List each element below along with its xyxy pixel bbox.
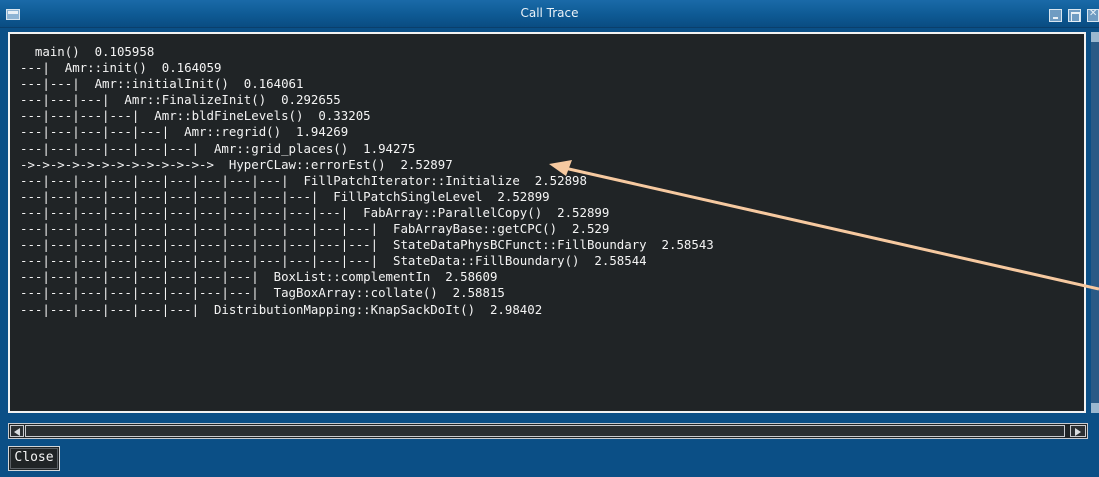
trace-line: ---|---|---|---|---|---|---|---|---| Fil… (20, 172, 587, 188)
title-bar[interactable]: Call Trace (0, 0, 1099, 28)
horizontal-scrollbar[interactable] (8, 423, 1088, 439)
close-icon[interactable] (1087, 8, 1099, 22)
trace-line: ---|---|---| Amr::FinalizeInit() 0.29265… (20, 92, 341, 108)
trace-line: ---|---|---|---|---|---|---|---| TagBoxA… (20, 285, 505, 301)
trace-line: ---|---|---|---| Amr::bldFineLevels() 0.… (20, 108, 371, 124)
trace-line: ---|---|---|---|---|---|---|---|---|---|… (20, 204, 610, 220)
vertical-scrollbar[interactable] (1091, 32, 1099, 413)
scroll-down-arrow-icon[interactable] (1091, 403, 1099, 413)
trace-line: ---|---|---|---|---|---|---|---|---|---|… (20, 237, 714, 253)
scroll-up-arrow-icon[interactable] (1091, 32, 1099, 42)
trace-line: ---| Amr::init() 0.164059 (20, 60, 222, 76)
scroll-left-arrow-icon[interactable] (10, 425, 24, 437)
button-bar: Close (0, 441, 1099, 477)
trace-line: ---|---|---|---|---| Amr::regrid() 1.942… (20, 124, 349, 140)
call-trace-window: Call Trace main() 0.105958---| Amr::init… (0, 0, 1099, 477)
trace-line: ---|---| Amr::initialInit() 0.164061 (20, 76, 304, 92)
maximize-icon[interactable] (1068, 9, 1081, 22)
trace-line: ->->->->->->->->->->->->-> HyperCLaw::er… (20, 156, 453, 172)
trace-line: ---|---|---|---|---|---|---|---|---|---|… (20, 188, 550, 204)
trace-line: ---|---|---|---|---|---|---|---|---|---|… (20, 221, 610, 237)
trace-line: ---|---|---|---|---|---|---|---| BoxList… (20, 269, 498, 285)
trace-text-panel[interactable]: main() 0.105958 ---| Amr::init() 0.164059… (8, 32, 1086, 413)
scroll-right-arrow-icon[interactable] (1070, 425, 1086, 437)
trace-text-area[interactable]: main() 0.105958 ---| Amr::init() 0.164059… (20, 44, 1080, 407)
trace-line: ---|---|---|---|---|---| Amr::grid_place… (20, 140, 416, 156)
window-title: Call Trace (520, 6, 579, 20)
close-button[interactable]: Close (8, 446, 60, 471)
horizontal-scroll-thumb[interactable] (25, 425, 1065, 437)
trace-line: ---|---|---|---|---|---|---|---|---|---|… (20, 253, 647, 269)
trace-line: main() 0.105958 (20, 44, 155, 59)
minimize-icon[interactable] (1049, 9, 1062, 22)
trace-line: ---|---|---|---|---|---| DistributionMap… (20, 301, 543, 317)
